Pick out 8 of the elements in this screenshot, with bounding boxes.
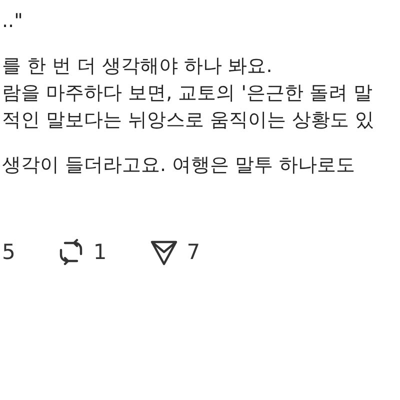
- post-text: ..": [2, 9, 23, 34]
- post-text: 를 한 번 더 생각해야 하나 봐요.: [2, 54, 272, 79]
- action-count: 5: [2, 240, 16, 264]
- action-count: 1: [93, 240, 107, 264]
- post-text: 생각이 들더라고요. 여행은 말투 하나로도: [2, 153, 356, 178]
- action-count: 7: [186, 240, 200, 264]
- post-text: 적인 말보다는 뉘앙스로 움직이는 상황도 있: [2, 108, 374, 133]
- post-text: 람을 마주하다 보면, 교토의 '은근한 돌려 말: [2, 81, 372, 106]
